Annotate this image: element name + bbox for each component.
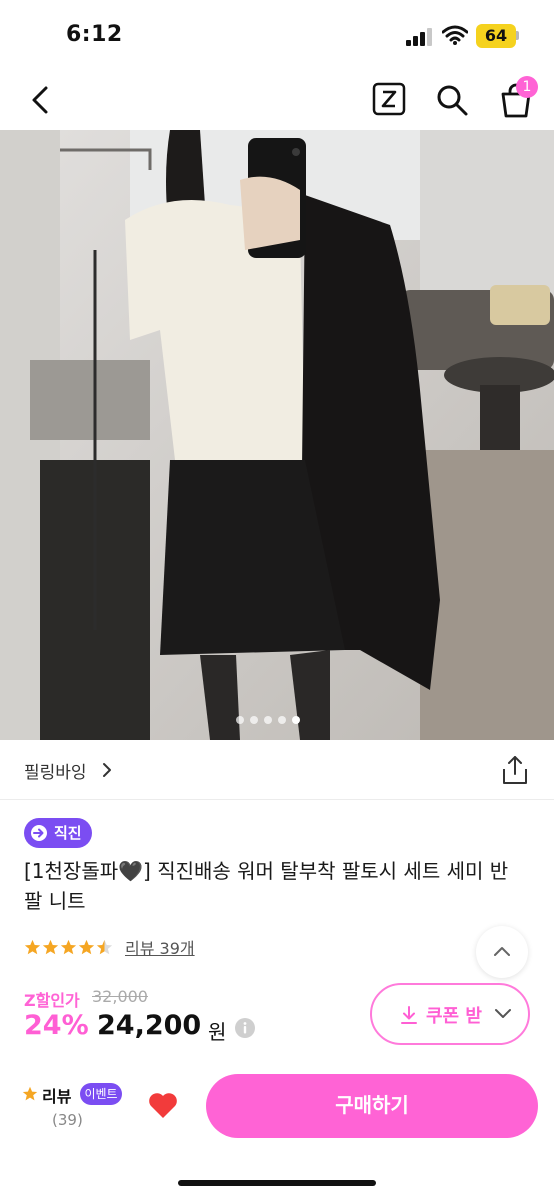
brand-row[interactable]: 필링바잉 [0, 740, 554, 800]
pagination-dot[interactable] [278, 716, 286, 724]
star-icon [78, 939, 95, 954]
rating-row[interactable]: 리뷰 39개 [24, 932, 195, 962]
battery-tip [516, 31, 519, 40]
share-icon[interactable] [500, 754, 530, 786]
discount-rate: 24% [24, 1010, 89, 1041]
cellular-signal-icon [406, 28, 432, 46]
cart-count-badge: 1 [516, 76, 538, 98]
star-icon [22, 1086, 38, 1101]
sale-price: 24,200 [97, 1010, 202, 1041]
back-chevron-icon[interactable] [22, 80, 62, 120]
star-icon [42, 939, 59, 954]
event-badge: 이벤트 [80, 1083, 122, 1105]
download-icon [401, 1006, 417, 1024]
chevron-down-icon [495, 1009, 511, 1018]
review-count-link[interactable]: 리뷰 39개 [125, 935, 195, 959]
app-header [0, 70, 554, 130]
home-indicator [178, 1180, 376, 1186]
direct-arrow-icon [31, 825, 47, 841]
coupon-download-button[interactable]: 쿠폰 받 [370, 983, 530, 1045]
search-icon[interactable] [434, 82, 470, 118]
product-title: [1천장돌파🖤] 직진배송 워머 탈부착 팔토시 세트 세미 반팔 니트 [24, 859, 509, 913]
z-logo-icon[interactable] [372, 82, 406, 116]
wifi-icon [442, 25, 468, 45]
chevron-right-icon [103, 763, 111, 777]
product-image[interactable] [0, 130, 554, 740]
review-label[interactable]: 리뷰 [42, 1083, 71, 1107]
review-count[interactable]: (39) [52, 1111, 83, 1129]
discount-label: Z할인가 [24, 991, 80, 1010]
currency-label: 원 [208, 1020, 227, 1044]
pagination-dot[interactable] [264, 716, 272, 724]
star-icon [60, 939, 77, 954]
product-photo [0, 130, 554, 740]
pagination-dot[interactable] [236, 716, 244, 724]
info-icon[interactable] [234, 1017, 256, 1039]
status-time: 6:12 [66, 22, 123, 47]
pagination-dot[interactable] [250, 716, 258, 724]
scroll-to-top-button[interactable] [476, 926, 528, 978]
original-price: 32,000 [92, 987, 148, 1006]
coupon-label: 쿠폰 받 [426, 1006, 482, 1027]
chevron-up-icon [494, 947, 510, 956]
battery-indicator: 64 [476, 24, 516, 48]
pagination-dot-active[interactable] [292, 716, 300, 724]
star-icon [24, 939, 41, 954]
heart-icon[interactable] [147, 1090, 179, 1120]
status-bar: 6:12 64 [0, 0, 554, 70]
buy-button[interactable]: 구매하기 [206, 1074, 538, 1138]
rating-stars [24, 939, 113, 956]
half-star-icon [96, 939, 113, 954]
brand-name[interactable]: 필링바잉 [24, 758, 87, 783]
image-pagination-dots [236, 716, 322, 726]
